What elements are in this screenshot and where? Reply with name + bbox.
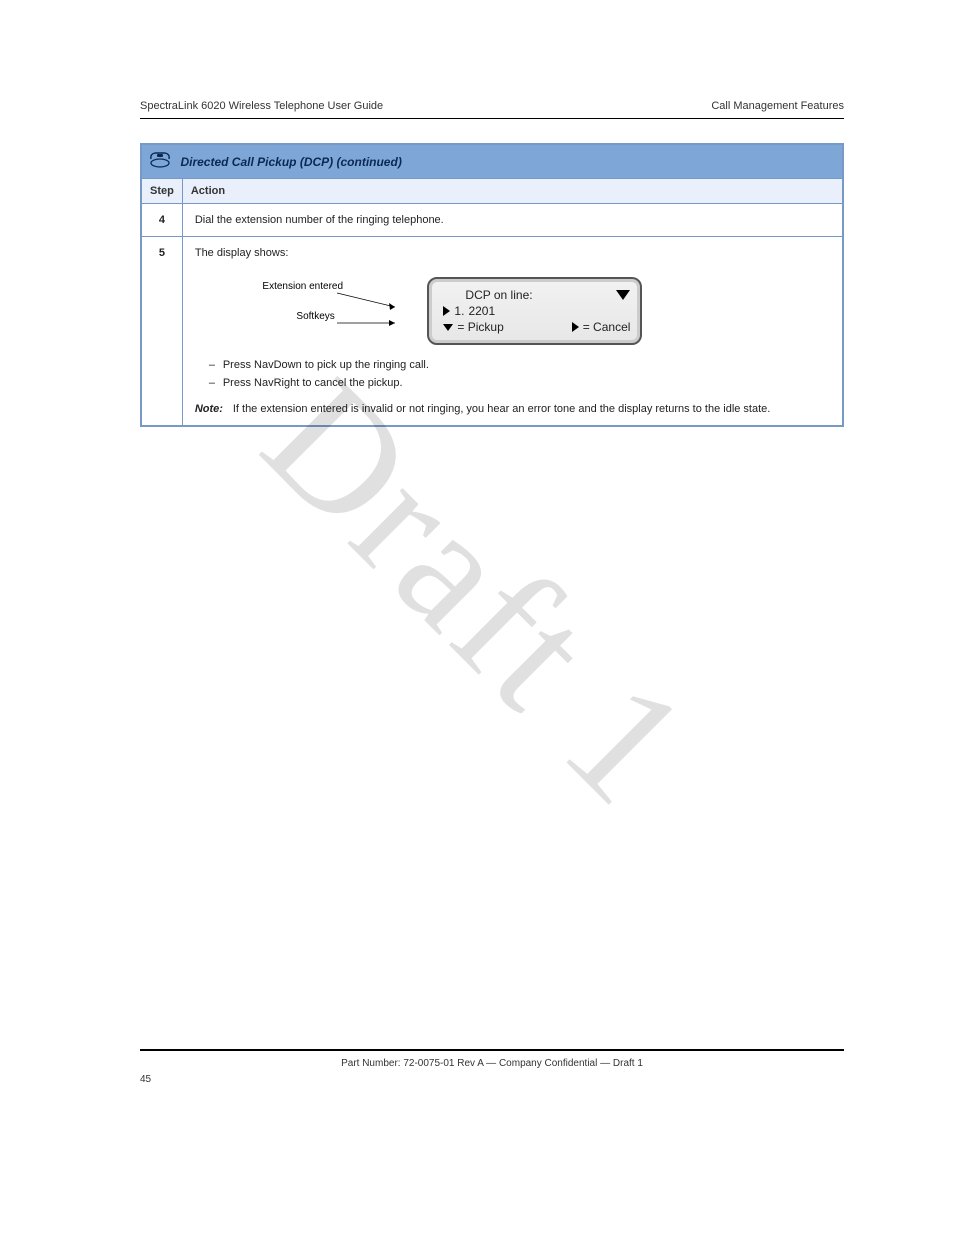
- table-row: 5 The display shows: Extension entered S…: [141, 237, 843, 427]
- step-number: 5: [141, 237, 182, 427]
- column-header-action: Action: [182, 179, 843, 204]
- step-intro-text: The display shows:: [195, 247, 830, 259]
- step-action-cell: The display shows: Extension entered Sof…: [182, 237, 843, 427]
- lcd-illustration: Extension entered Softkeys DCP on line: …: [382, 277, 642, 345]
- step-number: 4: [141, 204, 182, 237]
- lcd-line2-value: 2201: [468, 303, 495, 319]
- note-body: If the extension entered is invalid or n…: [233, 403, 830, 415]
- triangle-down-icon: [443, 324, 453, 331]
- footer-rule: [140, 1049, 844, 1051]
- callout-lines: [337, 283, 427, 343]
- lcd-line-1: DCP on line:: [443, 287, 630, 303]
- callout-softkeys: Softkeys: [296, 311, 334, 322]
- bullet-item: – Press NavRight to cancel the pickup.: [209, 377, 830, 389]
- lcd-cancel-label: = Cancel: [583, 319, 631, 335]
- header-left: SpectraLink 6020 Wireless Telephone User…: [140, 100, 383, 112]
- triangle-right-icon: [443, 306, 450, 316]
- footer-line: Part Number: 72-0075-01 Rev A — Company …: [140, 1057, 844, 1070]
- dash-icon: –: [209, 377, 223, 389]
- lcd-line1-text: DCP on line:: [465, 287, 532, 303]
- note-block: Note: If the extension entered is invali…: [195, 403, 830, 415]
- procedure-title: Directed Call Pickup (DCP) (continued): [180, 155, 401, 169]
- bullet-text: Press NavDown to pick up the ringing cal…: [223, 359, 429, 371]
- callout-extension: Extension entered: [262, 281, 343, 292]
- triangle-right-icon: [572, 322, 579, 332]
- procedure-title-cell: Directed Call Pickup (DCP) (continued): [141, 144, 843, 179]
- bullet-item: – Press NavDown to pick up the ringing c…: [209, 359, 830, 371]
- procedure-title-row: Directed Call Pickup (DCP) (continued): [141, 144, 843, 179]
- header-right: Call Management Features: [711, 100, 844, 112]
- phone-icon: [148, 149, 172, 174]
- column-header-step: Step: [141, 179, 182, 204]
- note-label: Note:: [195, 403, 233, 415]
- step-action: Dial the extension number of the ringing…: [182, 204, 843, 237]
- page-body: SpectraLink 6020 Wireless Telephone User…: [0, 0, 954, 427]
- lcd-line2-prefix: 1.: [454, 303, 464, 319]
- lcd-screen: DCP on line: 1. 2201: [427, 277, 642, 345]
- page-header: SpectraLink 6020 Wireless Telephone User…: [140, 100, 844, 112]
- procedure-table: Directed Call Pickup (DCP) (continued) S…: [140, 143, 844, 427]
- triangle-down-icon: [616, 290, 630, 300]
- lcd-line-3: = Pickup = Cancel: [443, 319, 630, 335]
- header-rule: [140, 118, 844, 119]
- table-row: 4 Dial the extension number of the ringi…: [141, 204, 843, 237]
- bullet-text: Press NavRight to cancel the pickup.: [223, 377, 403, 389]
- lcd-pickup-label: = Pickup: [457, 319, 503, 335]
- footer-page-number: 45: [140, 1074, 844, 1085]
- dash-icon: –: [209, 359, 223, 371]
- page-footer: Part Number: 72-0075-01 Rev A — Company …: [140, 1049, 844, 1085]
- column-header-row: Step Action: [141, 179, 843, 204]
- lcd-line-2: 1. 2201: [443, 303, 630, 319]
